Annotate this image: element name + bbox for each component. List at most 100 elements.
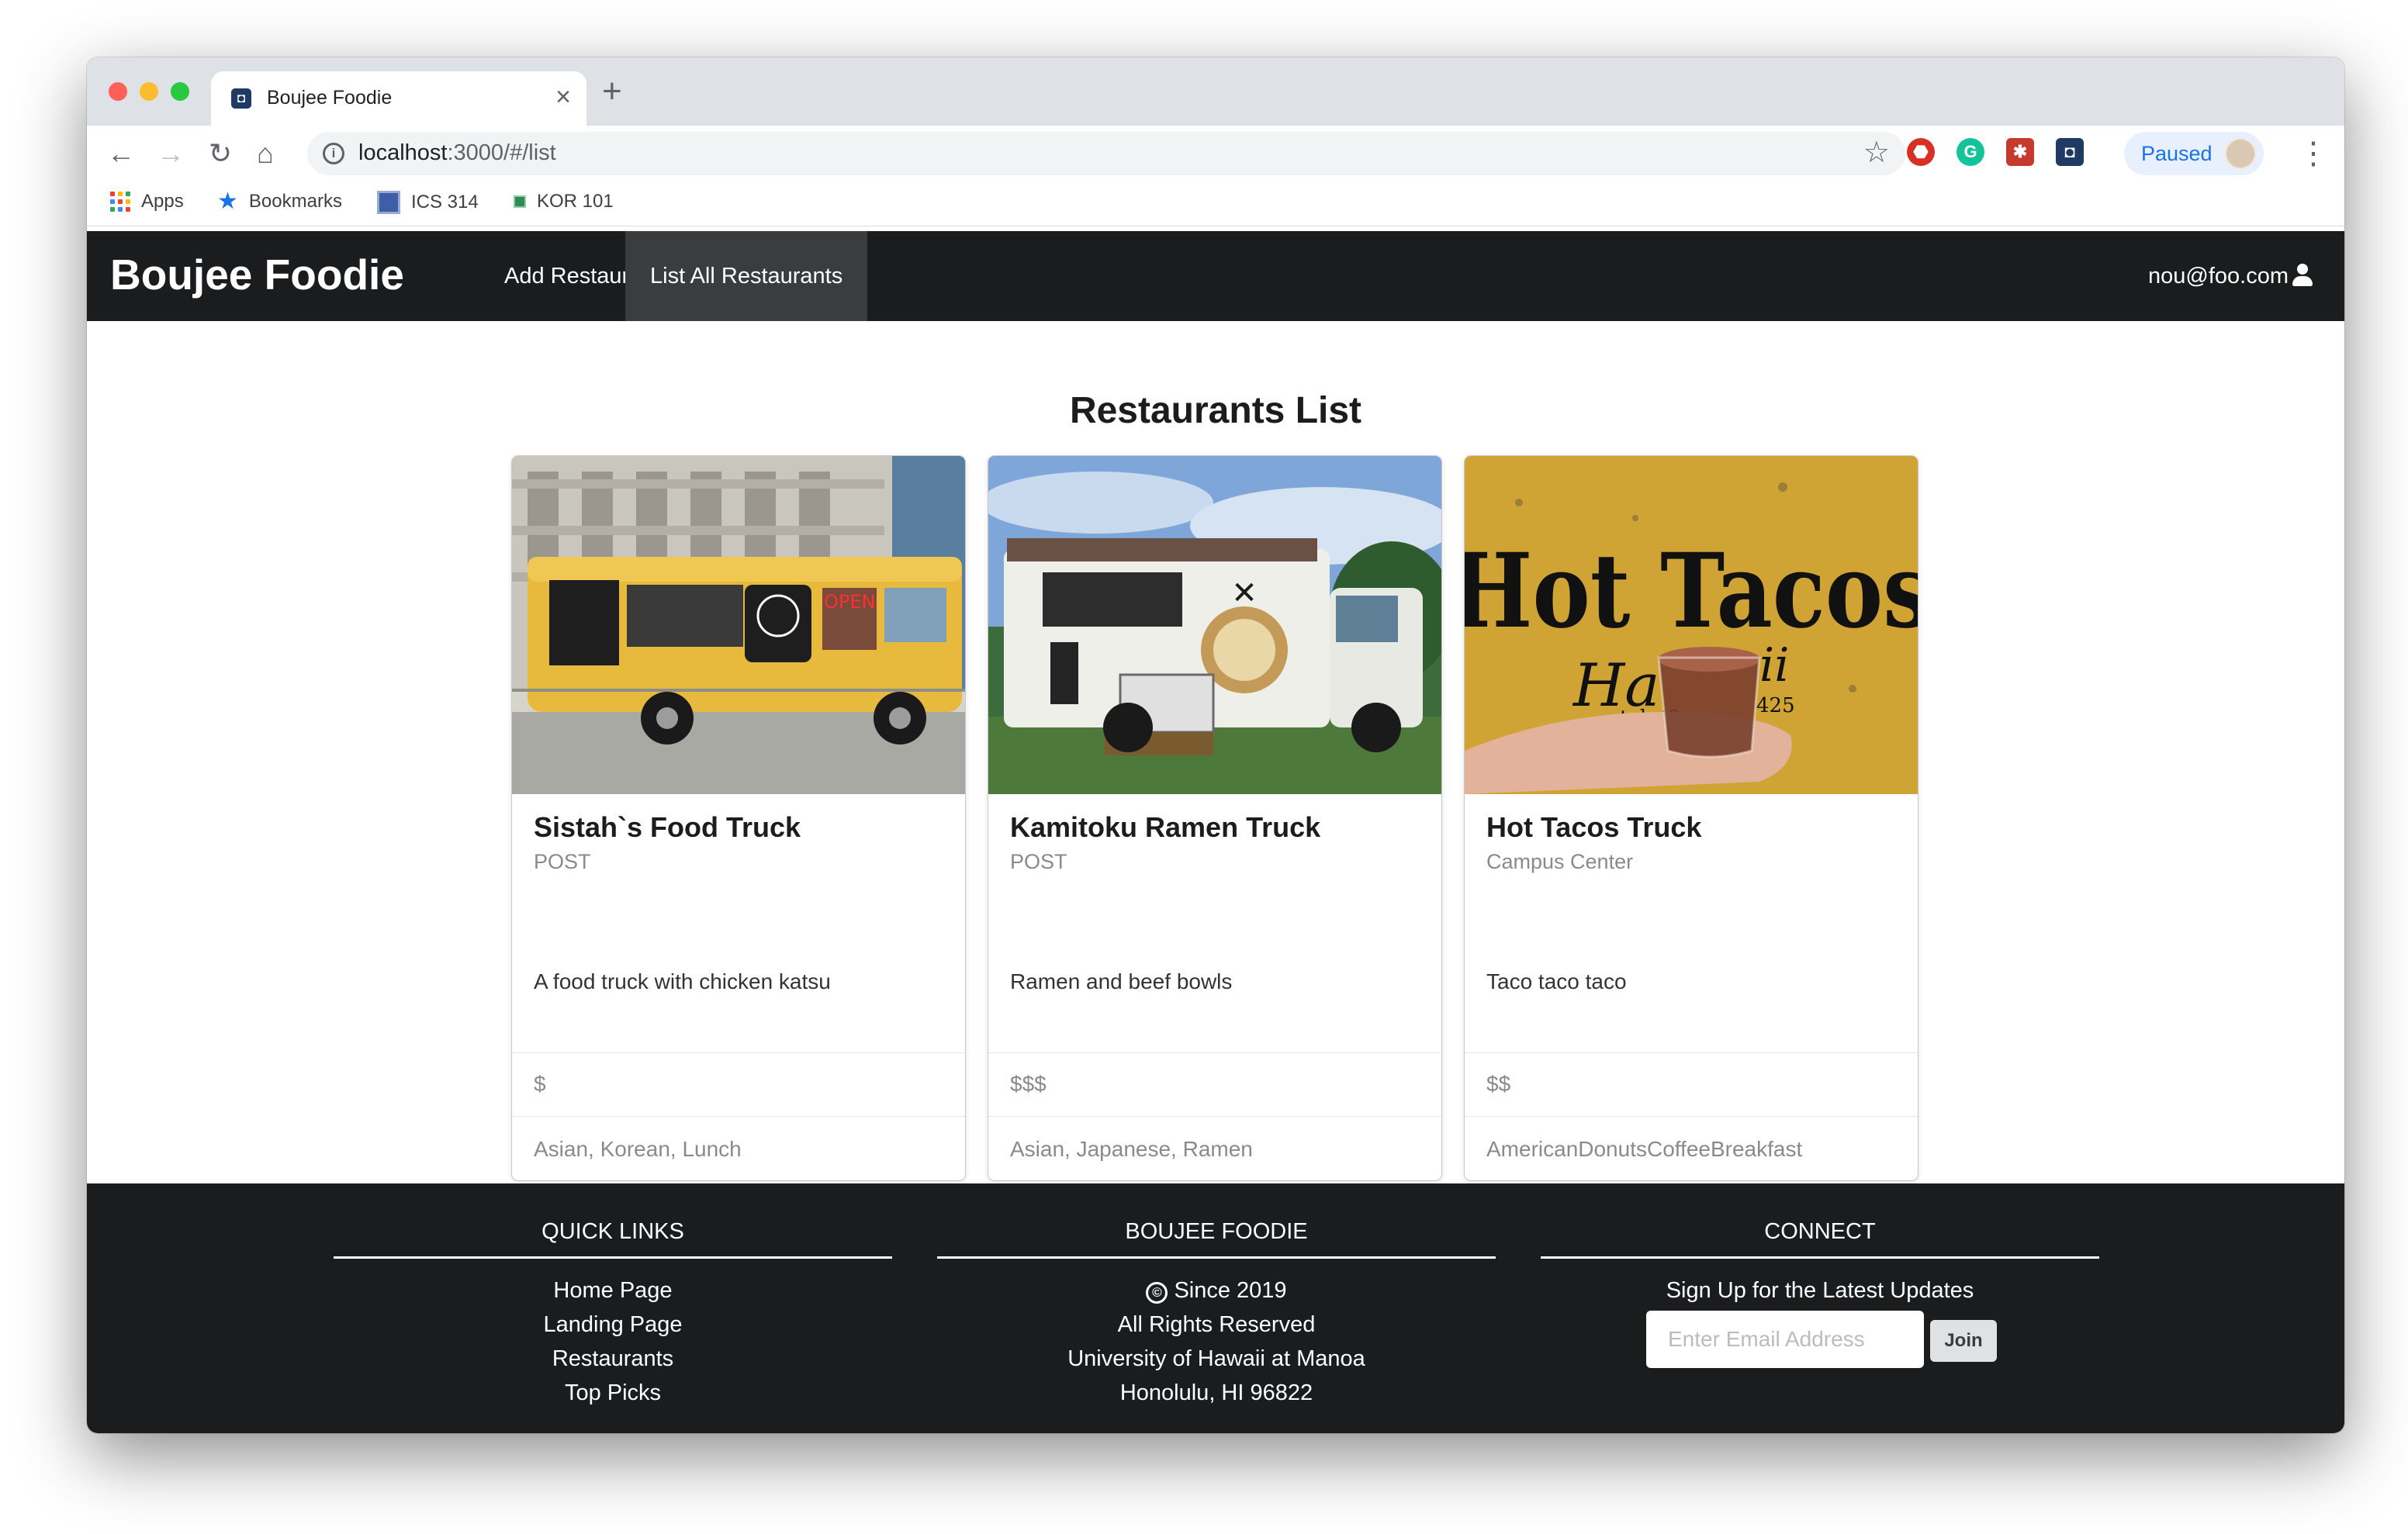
restaurant-description: Taco taco taco [1486, 969, 1627, 993]
footer-link-top-picks[interactable]: Top Picks [334, 1376, 892, 1410]
bookmark-bookmarks-label: Bookmarks [248, 191, 342, 212]
email-input[interactable] [1646, 1311, 1924, 1368]
restaurant-tags: Asian, Korean, Lunch [534, 1137, 742, 1161]
bookmark-apps-label: Apps [141, 191, 184, 212]
bookmark-ics-314[interactable]: ICS 314 [377, 191, 479, 214]
bookmark-apps[interactable]: Apps [110, 191, 184, 212]
bookmarks-bar: Apps ★ Bookmarks ICS 314 KOR 101 [87, 181, 2344, 226]
hawaii-sign-end: ii [1759, 638, 1789, 693]
profile-paused-label: Paused [2141, 142, 2213, 165]
restaurant-description: A food truck with chicken katsu [534, 969, 831, 993]
tab-strip: ◘ Boujee Foodie × + [87, 57, 2344, 126]
tab-title: Boujee Foodie [267, 87, 393, 109]
footer-university: University of Hawaii at Manoa [1067, 1346, 1365, 1371]
price-section: $$$ [988, 1053, 1441, 1117]
restaurant-name: Hot Tacos Truck [1486, 811, 1702, 843]
site-favicon-icon: ◘ [231, 88, 251, 109]
price-section: $$ [1465, 1053, 1918, 1117]
browser-window: ◘ Boujee Foodie × + ← → ↻ ⌂ i localhost:… [87, 57, 2344, 1433]
restaurant-card[interactable]: ✕ Kamitoku Ramen Truck POST Ramen and be… [988, 456, 1441, 1180]
restaurant-image: OPEN [512, 456, 965, 794]
site-navbar: Boujee Foodie Add Restaurants List All R… [87, 231, 2344, 321]
maximize-window-button[interactable] [171, 82, 189, 101]
footer-quick-links-heading: QUICK LINKS [541, 1219, 684, 1244]
footer-since-text: Since 2019 [1174, 1278, 1287, 1303]
kor-favicon-icon [514, 195, 526, 208]
user-email: nou@foo.com [2148, 264, 2289, 288]
card-content: Sistah`s Food Truck POST A food truck wi… [512, 794, 965, 1053]
extension-icon-2[interactable]: ◘ [2056, 138, 2084, 166]
footer-since: © Since 2019 [937, 1273, 1496, 1308]
star-icon: ★ [217, 188, 238, 214]
restaurant-price: $ [534, 1072, 546, 1096]
restaurant-image: Hot Tacos Ha ii tel: (8 425 [1465, 456, 1918, 794]
address-bar[interactable]: i localhost:3000/#/list ☆ [307, 132, 1905, 175]
join-button[interactable]: Join [1930, 1320, 1997, 1362]
web-page: Boujee Foodie Add Restaurants List All R… [87, 231, 2344, 1433]
footer-connect-heading: CONNECT [1764, 1219, 1876, 1244]
close-window-button[interactable] [109, 82, 127, 101]
restaurant-location: POST [534, 850, 591, 873]
user-menu[interactable]: nou@foo.com [2148, 231, 2313, 321]
restaurant-location: Campus Center [1486, 850, 1634, 873]
url-host: localhost [358, 140, 448, 165]
restaurant-image: ✕ [988, 456, 1441, 794]
restaurant-tags: AmericanDonutsCoffeeBreakfast [1486, 1137, 1803, 1161]
extension-icon[interactable]: ✱ [2006, 138, 2034, 166]
apps-grid-icon [110, 192, 130, 212]
bookmark-star-icon[interactable]: ☆ [1863, 135, 1890, 170]
svg-text:✕: ✕ [1231, 575, 1258, 611]
restaurant-card[interactable]: OPEN Sistah`s Food Truck POST A food tru… [512, 456, 965, 1180]
restaurant-name: Sistah`s Food Truck [534, 811, 801, 843]
restaurant-name: Kamitoku Ramen Truck [1010, 811, 1321, 843]
browser-toolbar: ← → ↻ ⌂ i localhost:3000/#/list ☆ ⬣ G ✱ … [87, 126, 2344, 181]
site-info-icon[interactable]: i [323, 143, 344, 164]
nav-list-all-restaurants[interactable]: List All Restaurants [625, 231, 868, 321]
restaurant-tags: Asian, Japanese, Ramen [1010, 1137, 1253, 1161]
page-title: Restaurants List [1069, 390, 1362, 431]
ics-favicon-icon [377, 191, 400, 214]
footer-divider [334, 1256, 892, 1259]
brand-logo[interactable]: Boujee Foodie [110, 250, 404, 299]
tags-section: Asian, Japanese, Ramen [988, 1117, 1441, 1180]
bookmark-bookmarks[interactable]: ★ Bookmarks [217, 188, 342, 214]
site-footer: QUICK LINKS Home Page Landing Page Resta… [87, 1183, 2344, 1433]
close-tab-icon[interactable]: × [555, 83, 571, 111]
footer-divider [1541, 1256, 2099, 1259]
footer-link-landing[interactable]: Landing Page [334, 1308, 892, 1342]
restaurant-location: POST [1010, 850, 1067, 873]
browser-tab[interactable]: ◘ Boujee Foodie × [211, 71, 586, 126]
footer-link-restaurants[interactable]: Restaurants [334, 1342, 892, 1376]
reload-icon[interactable]: ↻ [202, 135, 239, 172]
footer-address: Honolulu, HI 96822 [1119, 1380, 1313, 1405]
profile-paused-button[interactable]: Paused [2124, 132, 2264, 175]
profile-avatar [2225, 138, 2256, 169]
footer-divider [937, 1256, 1496, 1259]
bookmark-kor-101[interactable]: KOR 101 [514, 191, 614, 212]
grammarly-extension-icon[interactable]: G [1956, 138, 1984, 166]
hot-tacos-sign: Hot Tacos [1465, 531, 1918, 651]
card-content: Hot Tacos Truck Campus Center Taco taco … [1465, 794, 1918, 1053]
tags-section: Asian, Korean, Lunch [512, 1117, 965, 1180]
footer-rights: All Rights Reserved [1117, 1312, 1316, 1337]
footer-link-home[interactable]: Home Page [334, 1273, 892, 1308]
browser-menu-icon[interactable]: ⋮ [2298, 135, 2329, 172]
bookmark-ics-314-label: ICS 314 [411, 192, 479, 212]
forward-icon[interactable]: → [152, 135, 189, 172]
new-tab-button[interactable]: + [602, 73, 622, 110]
restaurant-price: $$ [1486, 1072, 1511, 1096]
url-text[interactable]: localhost:3000/#/list [358, 140, 556, 166]
back-icon[interactable]: ← [102, 135, 140, 172]
home-icon[interactable]: ⌂ [247, 135, 284, 172]
card-content: Kamitoku Ramen Truck POST Ramen and beef… [988, 794, 1441, 1053]
open-sign: OPEN [824, 591, 875, 613]
footer-about-heading: BOUJEE FOODIE [1125, 1219, 1308, 1244]
bookmark-kor-101-label: KOR 101 [537, 191, 614, 212]
footer-signup-text: Sign Up for the Latest Updates [1666, 1278, 1974, 1303]
restaurant-card[interactable]: Hot Tacos Ha ii tel: (8 425 Hot Tacos Tr… [1465, 456, 1918, 1180]
restaurant-price: $$$ [1010, 1072, 1047, 1096]
restaurant-description: Ramen and beef bowls [1010, 969, 1233, 993]
minimize-window-button[interactable] [140, 82, 158, 101]
url-path: :3000/#/list [447, 140, 556, 165]
adblock-extension-icon[interactable]: ⬣ [1907, 138, 1935, 166]
